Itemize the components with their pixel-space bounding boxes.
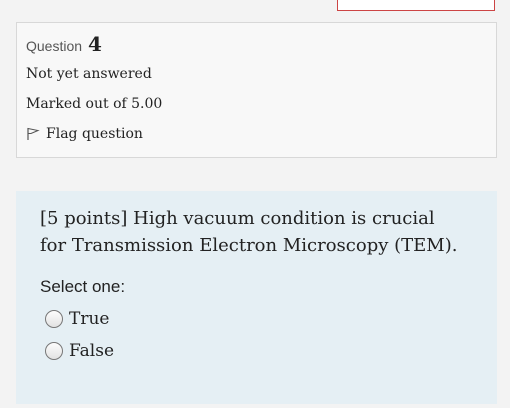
- radio-icon[interactable]: [45, 342, 63, 360]
- question-grade: Marked out of 5.00: [26, 96, 163, 112]
- answer-option-label: True: [69, 309, 110, 329]
- question-info-panel: Question 4 Not yet answered Marked out o…: [16, 22, 497, 158]
- radio-icon[interactable]: [45, 310, 63, 328]
- question-number: 4: [87, 32, 102, 56]
- flag-question-link[interactable]: Flag question: [26, 125, 487, 143]
- question-state: Not yet answered: [26, 66, 152, 82]
- question-text: [5 points] High vacuum condition is cruc…: [40, 205, 473, 259]
- answer-prompt: Select one:: [40, 277, 126, 296]
- answer-option-label: False: [69, 341, 114, 361]
- question-heading: Question 4: [26, 33, 487, 57]
- question-text-line-1: [5 points] High vacuum condition is cruc…: [40, 208, 435, 229]
- quiz-page: Question 4 Not yet answered Marked out o…: [0, 0, 510, 408]
- top-partial-button[interactable]: [337, 0, 495, 11]
- question-label: Question: [26, 38, 83, 54]
- question-content-panel: [5 points] High vacuum condition is cruc…: [16, 191, 497, 404]
- flag-icon: [26, 127, 40, 141]
- flag-question-label: Flag question: [46, 126, 143, 142]
- answer-option-false[interactable]: False: [45, 341, 473, 361]
- answer-option-true[interactable]: True: [45, 309, 473, 329]
- question-text-line-2: for Transmission Electron Microscopy (TE…: [40, 235, 458, 256]
